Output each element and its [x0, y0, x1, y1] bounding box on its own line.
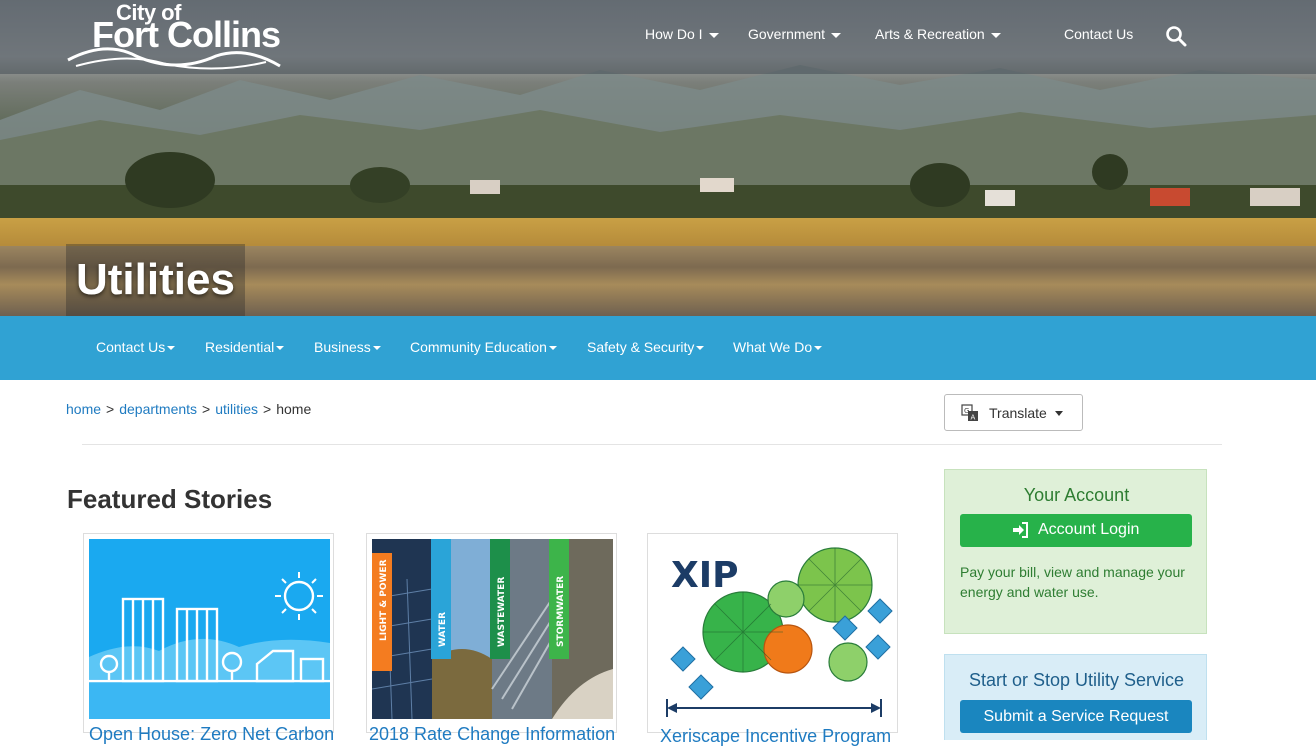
- nav-contact-us[interactable]: Contact Us: [1064, 26, 1133, 42]
- page-title: Utilities: [66, 244, 245, 316]
- story-card-xeriscape[interactable]: XIP: [647, 533, 898, 733]
- translate-button[interactable]: G A Translate: [944, 394, 1083, 431]
- breadcrumb: home > departments > utilities > home: [66, 401, 312, 417]
- nav-how-do-i[interactable]: How Do I: [645, 26, 719, 42]
- treeline-image: [0, 152, 1316, 220]
- story-card-zero-net-carbon[interactable]: [83, 533, 334, 733]
- nav-arts-recreation[interactable]: Arts & Recreation: [875, 26, 1001, 42]
- hero-banner: City of Fort Collins How Do I Government…: [0, 0, 1316, 316]
- city-logo[interactable]: City of Fort Collins: [66, 0, 286, 72]
- breadcrumb-current: home: [276, 401, 312, 417]
- xeriscape-plan-image: XIP: [653, 539, 894, 719]
- story-title-rate-change[interactable]: 2018 Rate Change Information: [369, 724, 615, 745]
- your-account-title: Your Account: [1023, 485, 1130, 505]
- subnav-community-education[interactable]: Community Education: [410, 339, 557, 355]
- breadcrumb-utilities[interactable]: utilities: [215, 401, 258, 417]
- chevron-down-icon: [831, 32, 842, 38]
- subnav-residential[interactable]: Residential: [205, 339, 285, 355]
- your-account-panel: Your Account Account Login Pay your bill…: [944, 469, 1207, 634]
- utility-service-title: Start or Stop Utility Service: [968, 670, 1185, 690]
- story-card-rate-change[interactable]: LIGHT & POWER WATER WASTEWATER STORMWATE…: [366, 533, 617, 733]
- utility-banners-image: LIGHT & POWER WATER WASTEWATER STORMWATE…: [372, 539, 613, 719]
- chevron-down-icon: [167, 346, 176, 351]
- chevron-down-icon: [696, 346, 705, 351]
- chevron-down-icon: [1055, 411, 1063, 416]
- banner-light-power: LIGHT & POWER: [379, 559, 389, 641]
- translate-label: Translate: [989, 405, 1047, 421]
- chevron-down-icon: [708, 32, 719, 38]
- search-icon[interactable]: [1165, 25, 1187, 47]
- sign-in-icon: [1013, 522, 1028, 538]
- banner-wastewater: WASTEWATER: [497, 577, 507, 647]
- story-title-zero-net-carbon[interactable]: Open House: Zero Net Carbon: [89, 724, 334, 745]
- submit-service-request-button[interactable]: Submit a Service Request: [960, 700, 1192, 733]
- subnav-contact-us[interactable]: Contact Us: [96, 339, 176, 355]
- breadcrumb-home[interactable]: home: [66, 401, 101, 417]
- chevron-down-icon: [372, 346, 381, 351]
- section-navigation: Contact Us Residential Business Communit…: [0, 316, 1316, 380]
- city-skyline-image: [89, 539, 330, 719]
- story-title-xeriscape[interactable]: Xeriscape Incentive Program: [660, 726, 891, 747]
- xip-label: XIP: [671, 555, 739, 596]
- divider: [82, 444, 1222, 445]
- account-login-button[interactable]: Account Login: [960, 514, 1192, 547]
- chevron-down-icon: [548, 346, 557, 351]
- breadcrumb-departments[interactable]: departments: [119, 401, 197, 417]
- subnav-safety-security[interactable]: Safety & Security: [587, 339, 705, 355]
- logo-swoosh-icon: [67, 47, 281, 70]
- account-description: Pay your bill, view and manage your ener…: [960, 564, 1185, 600]
- account-login-label: Account Login: [1038, 521, 1140, 538]
- svg-text:G: G: [964, 407, 969, 415]
- chevron-down-icon: [276, 346, 285, 351]
- banner-water: WATER: [438, 612, 448, 647]
- translate-icon: G A: [961, 404, 978, 422]
- banner-stormwater: STORMWATER: [556, 576, 566, 647]
- chevron-down-icon: [814, 346, 823, 351]
- subnav-business[interactable]: Business: [314, 339, 381, 355]
- utility-service-panel: Start or Stop Utility Service Submit a S…: [944, 654, 1207, 740]
- chevron-down-icon: [990, 32, 1001, 38]
- featured-stories-heading: Featured Stories: [67, 484, 273, 514]
- subnav-what-we-do[interactable]: What We Do: [733, 339, 823, 355]
- svg-text:A: A: [971, 414, 976, 422]
- nav-government[interactable]: Government: [748, 26, 842, 42]
